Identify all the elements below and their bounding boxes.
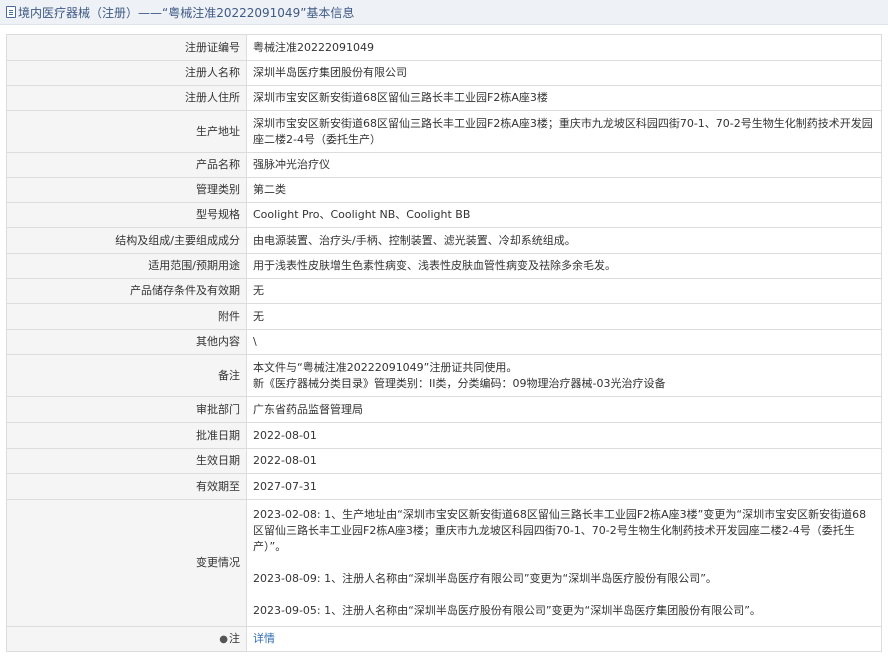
row-label: 适用范围/预期用途	[6, 253, 247, 279]
row-value: 第二类	[246, 177, 882, 203]
table-row: 其他内容 \	[6, 329, 882, 355]
table-row: 批准日期 2022-08-01	[6, 422, 882, 449]
table-row: 注册证编号 粤械注准20222091049	[6, 34, 882, 61]
row-label: 备注	[6, 354, 247, 397]
table-row: 产品储存条件及有效期 无	[6, 278, 882, 304]
table-row: 备注 本文件与“粤械注准20222091049”注册证共同使用。 新《医疗器械分…	[6, 354, 882, 397]
row-value: 由电源装置、治疗头/手柄、控制装置、滤光装置、冷却系统组成。	[246, 227, 882, 254]
row-value: \	[246, 329, 882, 355]
table-row: 结构及组成/主要组成成分 由电源装置、治疗头/手柄、控制装置、滤光装置、冷却系统…	[6, 227, 882, 254]
document-icon	[6, 6, 16, 18]
row-value: 无	[246, 278, 882, 304]
row-label: 管理类别	[6, 177, 247, 203]
change-entry: 2023-08-09: 1、注册人名称由“深圳半岛医疗有限公司”变更为“深圳半岛…	[253, 572, 717, 585]
info-table: 注册证编号 粤械注准20222091049 注册人名称 深圳半岛医疗集团股份有限…	[6, 34, 882, 652]
row-value: 深圳市宝安区新安街道68区留仙三路长丰工业园F2栋A座3楼；重庆市九龙坡区科园四…	[246, 110, 882, 153]
row-value: 深圳市宝安区新安街道68区留仙三路长丰工业园F2栋A座3楼	[246, 85, 882, 111]
row-label: 结构及组成/主要组成成分	[6, 227, 247, 254]
table-row: 管理类别 第二类	[6, 177, 882, 203]
row-label: 型号规格	[6, 202, 247, 228]
remark-line: 本文件与“粤械注准20222091049”注册证共同使用。	[253, 360, 518, 374]
table-row: 生效日期 2022-08-01	[6, 448, 882, 474]
change-entry: 2023-02-08: 1、生产地址由“深圳市宝安区新安街道68区留仙三路长丰工…	[253, 508, 867, 553]
row-value: 广东省药品监督管理局	[246, 396, 882, 423]
row-label: 批准日期	[6, 422, 247, 449]
row-value: 本文件与“粤械注准20222091049”注册证共同使用。 新《医疗器械分类目录…	[246, 354, 882, 397]
row-value: 深圳半岛医疗集团股份有限公司	[246, 60, 882, 86]
details-link[interactable]: 详情	[253, 632, 275, 645]
page-header: 境内医疗器械（注册）——“粤械注准20222091049”基本信息	[0, 0, 888, 25]
row-label: 其他内容	[6, 329, 247, 355]
table-row: 型号规格 Coolight Pro、Coolight NB、Coolight B…	[6, 202, 882, 228]
change-entry: 2023-09-05: 1、注册人名称由“深圳半岛医疗股份有限公司”变更为“深圳…	[253, 604, 761, 617]
row-label: 审批部门	[6, 396, 247, 423]
row-value: Coolight Pro、Coolight NB、Coolight BB	[246, 202, 882, 228]
row-label: 注册人住所	[6, 85, 247, 111]
row-value: 2022-08-01	[246, 448, 882, 474]
table-row: 有效期至 2027-07-31	[6, 473, 882, 500]
row-label: 注册人名称	[6, 60, 247, 86]
row-value: 详情	[246, 626, 882, 652]
note-label: 注	[229, 631, 240, 645]
remark-line: 新《医疗器械分类目录》管理类别：II类，分类编码：09物理治疗器械-03光治疗设…	[253, 376, 666, 390]
row-label: 注册证编号	[6, 34, 247, 61]
row-label: 产品名称	[6, 152, 247, 178]
row-label: 变更情况	[6, 499, 247, 627]
table-row: 注册人住所 深圳市宝安区新安街道68区留仙三路长丰工业园F2栋A座3楼	[6, 85, 882, 111]
row-value: 2023-02-08: 1、生产地址由“深圳市宝安区新安街道68区留仙三路长丰工…	[246, 499, 882, 627]
table-row: 附件 无	[6, 303, 882, 330]
table-row: 适用范围/预期用途 用于浅表性皮肤增生色素性病变、浅表性皮肤血管性病变及祛除多余…	[6, 253, 882, 279]
row-label: 生产地址	[6, 110, 247, 153]
table-row: 产品名称 强脉冲光治疗仪	[6, 152, 882, 178]
row-value: 粤械注准20222091049	[246, 34, 882, 61]
table-row: 生产地址 深圳市宝安区新安街道68区留仙三路长丰工业园F2栋A座3楼；重庆市九龙…	[6, 110, 882, 153]
row-label: 附件	[6, 303, 247, 330]
row-label: 有效期至	[6, 473, 247, 500]
page-title: 境内医疗器械（注册）——“粤械注准20222091049”基本信息	[18, 5, 355, 20]
row-label: ●注	[6, 626, 247, 652]
table-row: 变更情况 2023-02-08: 1、生产地址由“深圳市宝安区新安街道68区留仙…	[6, 499, 882, 627]
row-value: 无	[246, 303, 882, 330]
row-value: 用于浅表性皮肤增生色素性病变、浅表性皮肤血管性病变及祛除多余毛发。	[246, 253, 882, 279]
row-label: 生效日期	[6, 448, 247, 474]
row-value: 2022-08-01	[246, 422, 882, 449]
row-value: 强脉冲光治疗仪	[246, 152, 882, 178]
pin-icon: ●	[219, 633, 228, 645]
row-label: 产品储存条件及有效期	[6, 278, 247, 304]
table-row: 审批部门 广东省药品监督管理局	[6, 396, 882, 423]
table-row: ●注 详情	[6, 626, 882, 652]
table-row: 注册人名称 深圳半岛医疗集团股份有限公司	[6, 60, 882, 86]
row-value: 2027-07-31	[246, 473, 882, 500]
